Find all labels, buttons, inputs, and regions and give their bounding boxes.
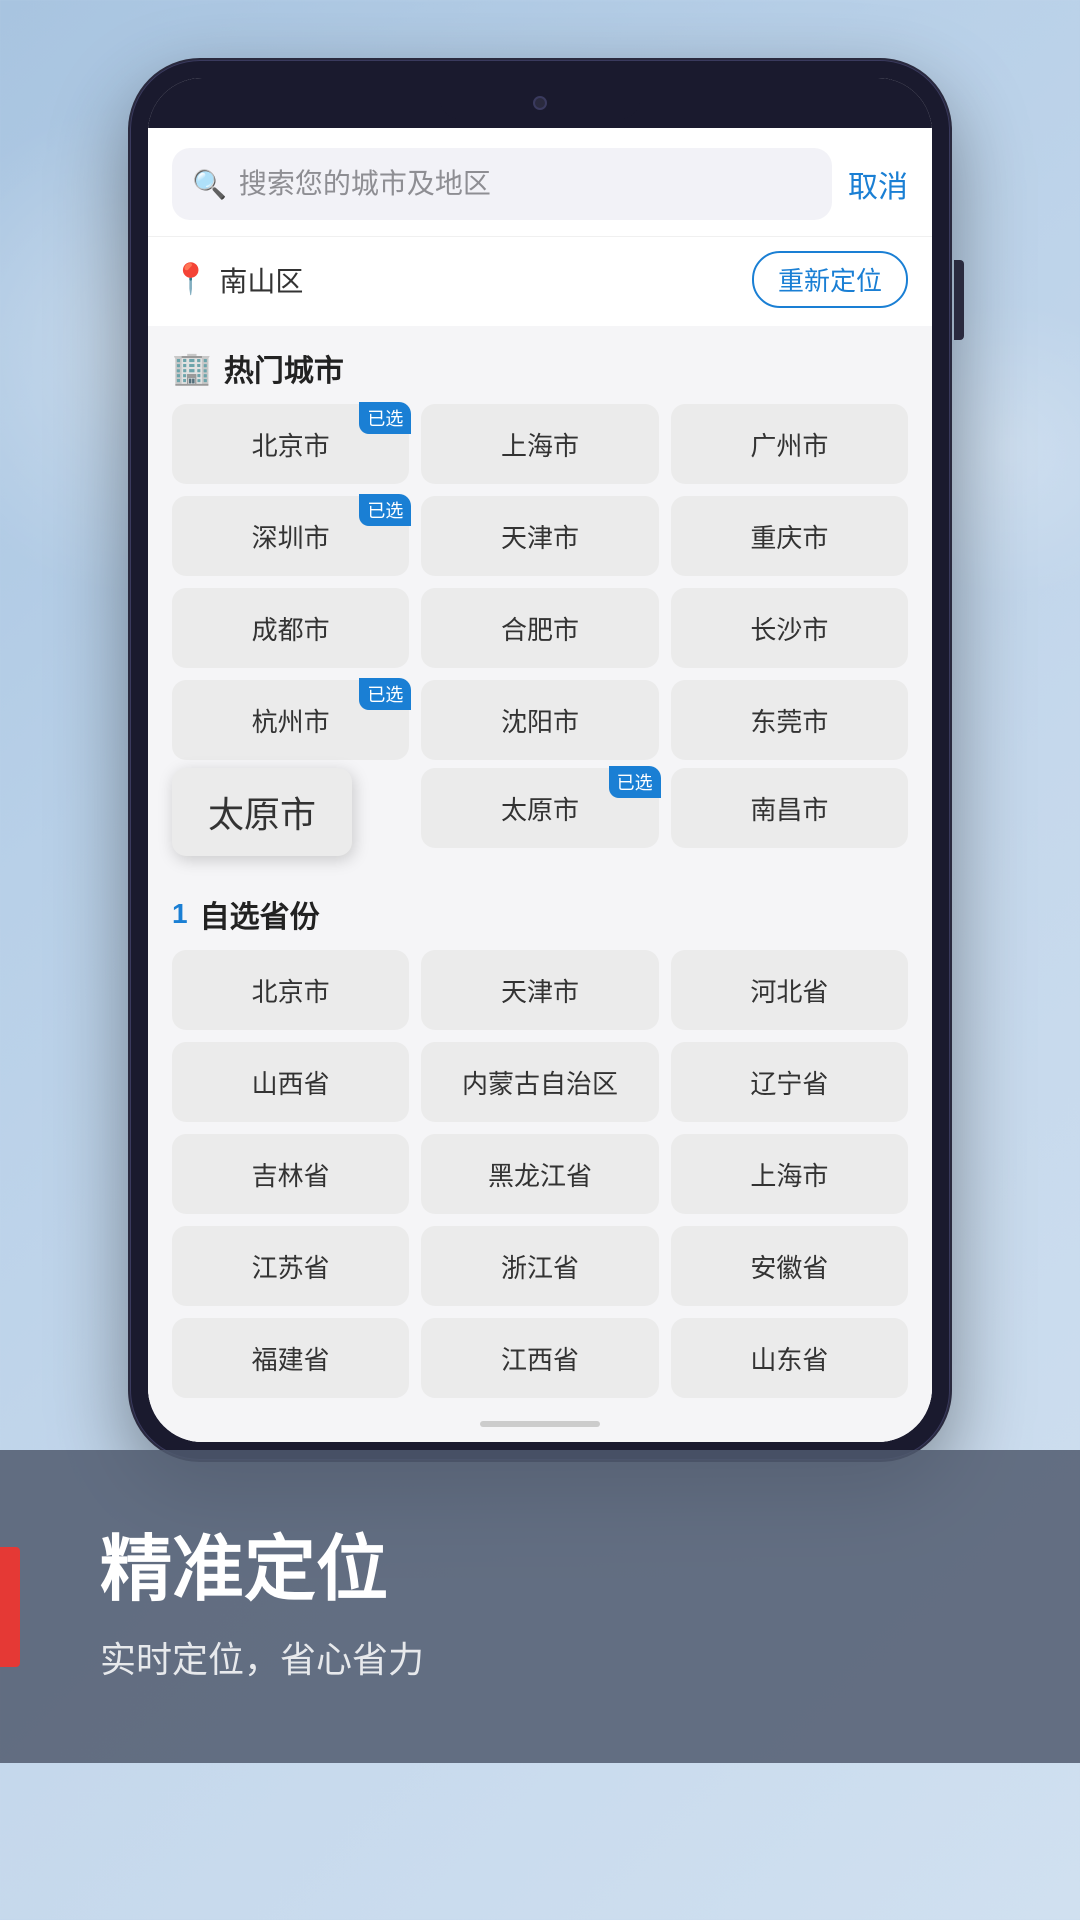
province-anhui[interactable]: 安徽省	[671, 1226, 908, 1306]
province-icon: 1	[172, 898, 188, 930]
province-title: 自选省份	[200, 892, 320, 936]
city-tooltip: 太原市	[172, 768, 352, 856]
home-indicator-bar	[480, 1421, 600, 1427]
province-section: 1 自选省份 北京市 天津市 河北省 山西省 内蒙古自治区 辽宁省 吉林省 黑龙…	[148, 872, 932, 1406]
red-accent	[0, 1547, 20, 1667]
promo-subtitle: 实时定位，省心省力	[100, 1631, 1020, 1683]
app-content: 🔍 搜索您的城市及地区 取消 📍 南山区 重新定位 🏢 热门城市	[148, 128, 932, 1442]
phone-frame: 🔍 搜索您的城市及地区 取消 📍 南山区 重新定位 🏢 热门城市	[130, 60, 950, 1460]
province-grid: 北京市 天津市 河北省 山西省 内蒙古自治区 辽宁省 吉林省 黑龙江省 上海市 …	[148, 950, 932, 1406]
province-liaoning[interactable]: 辽宁省	[671, 1042, 908, 1122]
province-jiangsu[interactable]: 江苏省	[172, 1226, 409, 1306]
province-shanxi[interactable]: 山西省	[172, 1042, 409, 1122]
hot-cities-title: 热门城市	[224, 346, 344, 390]
city-hefei[interactable]: 合肥市	[421, 588, 658, 668]
city-chengdu[interactable]: 成都市	[172, 588, 409, 668]
relocate-button[interactable]: 重新定位	[752, 251, 908, 308]
phone-notch	[148, 78, 932, 128]
province-fujian[interactable]: 福建省	[172, 1318, 409, 1398]
search-icon: 🔍	[192, 168, 227, 201]
home-indicator	[148, 1406, 932, 1442]
hot-cities-last-row: 太原市 太原市 太原市 南昌市	[148, 768, 932, 856]
search-input[interactable]: 搜索您的城市及地区	[239, 170, 812, 198]
city-nanchang[interactable]: 南昌市	[671, 768, 908, 848]
city-guangzhou[interactable]: 广州市	[671, 404, 908, 484]
current-location: 📍 南山区	[172, 260, 303, 300]
province-neimenggu[interactable]: 内蒙古自治区	[421, 1042, 658, 1122]
hot-cities-header: 🏢 热门城市	[148, 326, 932, 404]
province-heilongjiang[interactable]: 黑龙江省	[421, 1134, 658, 1214]
location-row: 📍 南山区 重新定位	[148, 236, 932, 326]
city-hangzhou[interactable]: 杭州市	[172, 680, 409, 760]
province-beijing[interactable]: 北京市	[172, 950, 409, 1030]
front-camera	[533, 96, 547, 110]
province-tianjin[interactable]: 天津市	[421, 950, 658, 1030]
province-shandong[interactable]: 山东省	[671, 1318, 908, 1398]
cancel-button[interactable]: 取消	[848, 162, 908, 206]
promo-title: 精准定位	[100, 1510, 1020, 1615]
province-jiangxi[interactable]: 江西省	[421, 1318, 658, 1398]
city-changsha[interactable]: 长沙市	[671, 588, 908, 668]
city-tianjin[interactable]: 天津市	[421, 496, 658, 576]
city-shenyang[interactable]: 沈阳市	[421, 680, 658, 760]
location-pin-icon: 📍	[172, 262, 209, 297]
promo-section: 精准定位 实时定位，省心省力	[0, 1450, 1080, 1763]
province-shanghai[interactable]: 上海市	[671, 1134, 908, 1214]
province-zhejiang[interactable]: 浙江省	[421, 1226, 658, 1306]
province-header: 1 自选省份	[148, 872, 932, 950]
city-shanghai[interactable]: 上海市	[421, 404, 658, 484]
hot-cities-icon: 🏢	[172, 349, 212, 387]
search-box[interactable]: 🔍 搜索您的城市及地区	[172, 148, 832, 220]
hot-cities-grid: 北京市 上海市 广州市 深圳市 天津市 重庆市 成都市 合肥市 长沙市 杭州市 …	[148, 404, 932, 768]
province-jilin[interactable]: 吉林省	[172, 1134, 409, 1214]
city-taiyuan2[interactable]: 太原市	[421, 768, 658, 848]
province-hebei[interactable]: 河北省	[671, 950, 908, 1030]
city-dongguan[interactable]: 东莞市	[671, 680, 908, 760]
location-name: 南山区	[219, 260, 303, 300]
search-area: 🔍 搜索您的城市及地区 取消	[148, 128, 932, 236]
city-chongqing[interactable]: 重庆市	[671, 496, 908, 576]
city-beijing[interactable]: 北京市	[172, 404, 409, 484]
city-shenzhen[interactable]: 深圳市	[172, 496, 409, 576]
